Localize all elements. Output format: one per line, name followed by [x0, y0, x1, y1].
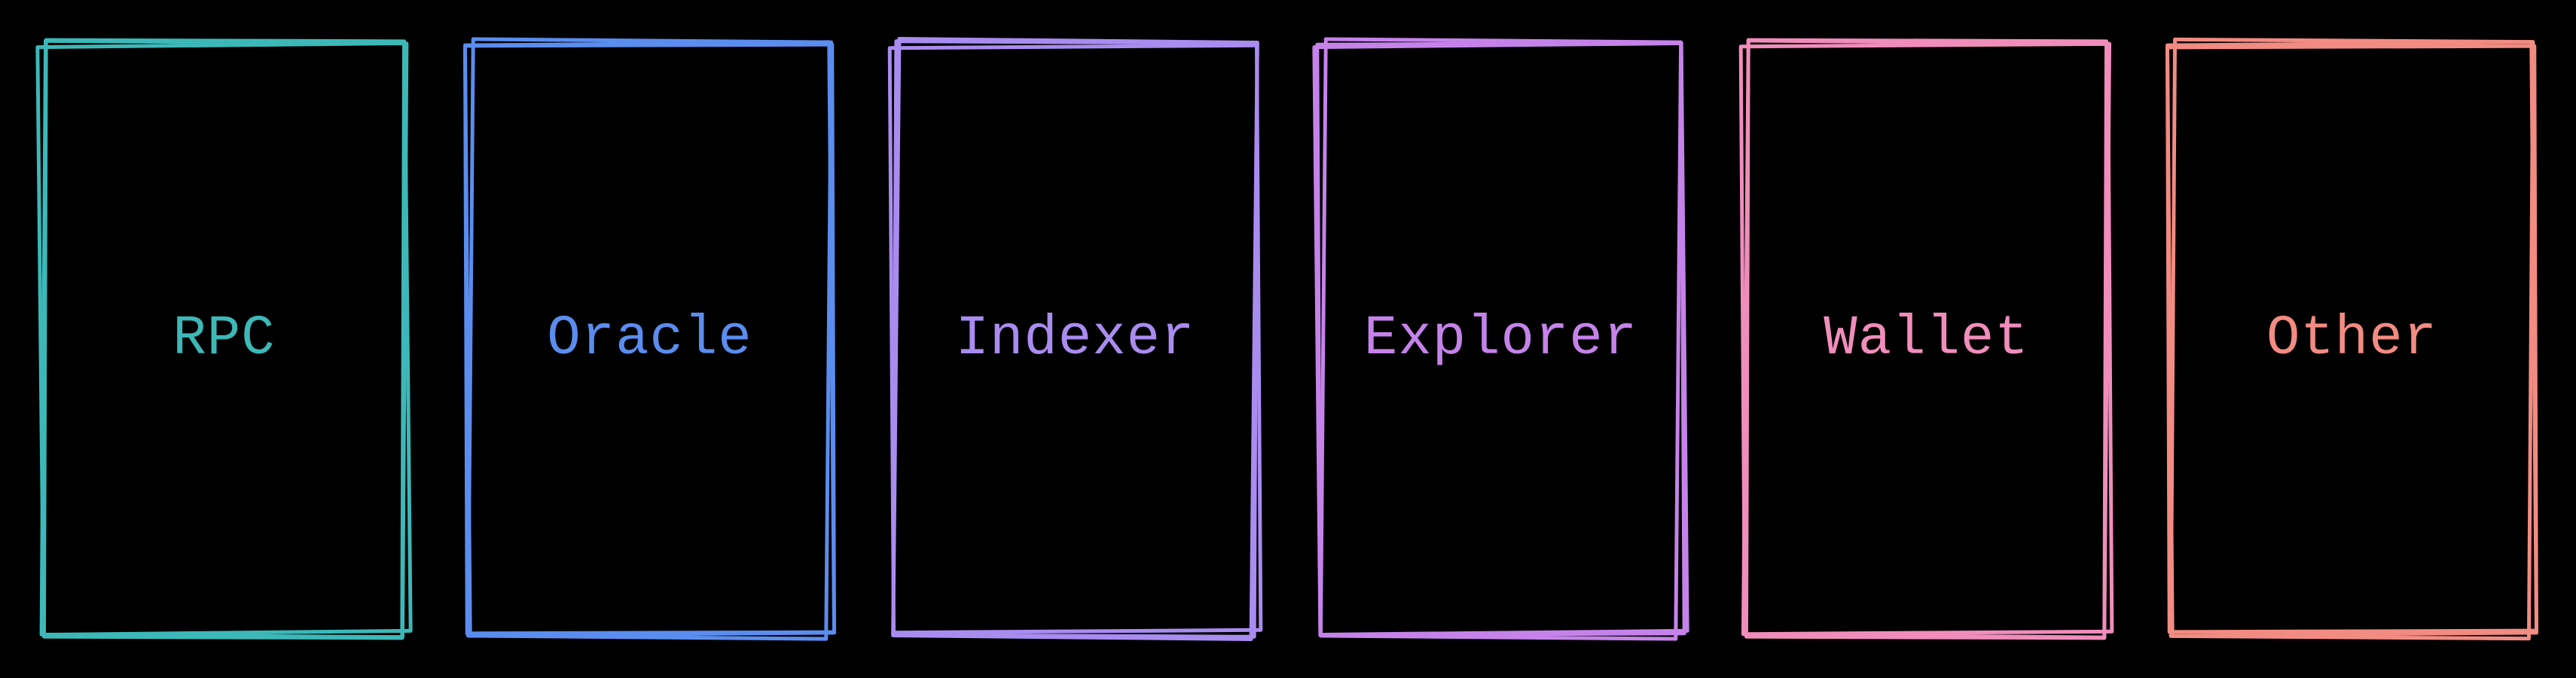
card-label: Indexer — [956, 307, 1195, 371]
card-label: Wallet — [1824, 307, 2028, 371]
card-indexer[interactable]: Indexer — [881, 30, 1269, 648]
card-wallet[interactable]: Wallet — [1732, 30, 2120, 648]
card-label: Explorer — [1364, 307, 1637, 371]
card-explorer[interactable]: Explorer — [1307, 30, 1695, 648]
card-rpc[interactable]: RPC — [30, 30, 418, 648]
card-other[interactable]: Other — [2158, 30, 2546, 648]
card-label: RPC — [172, 307, 275, 371]
card-oracle[interactable]: Oracle — [456, 30, 844, 648]
card-label: Other — [2266, 307, 2437, 371]
card-label: Oracle — [547, 307, 752, 371]
